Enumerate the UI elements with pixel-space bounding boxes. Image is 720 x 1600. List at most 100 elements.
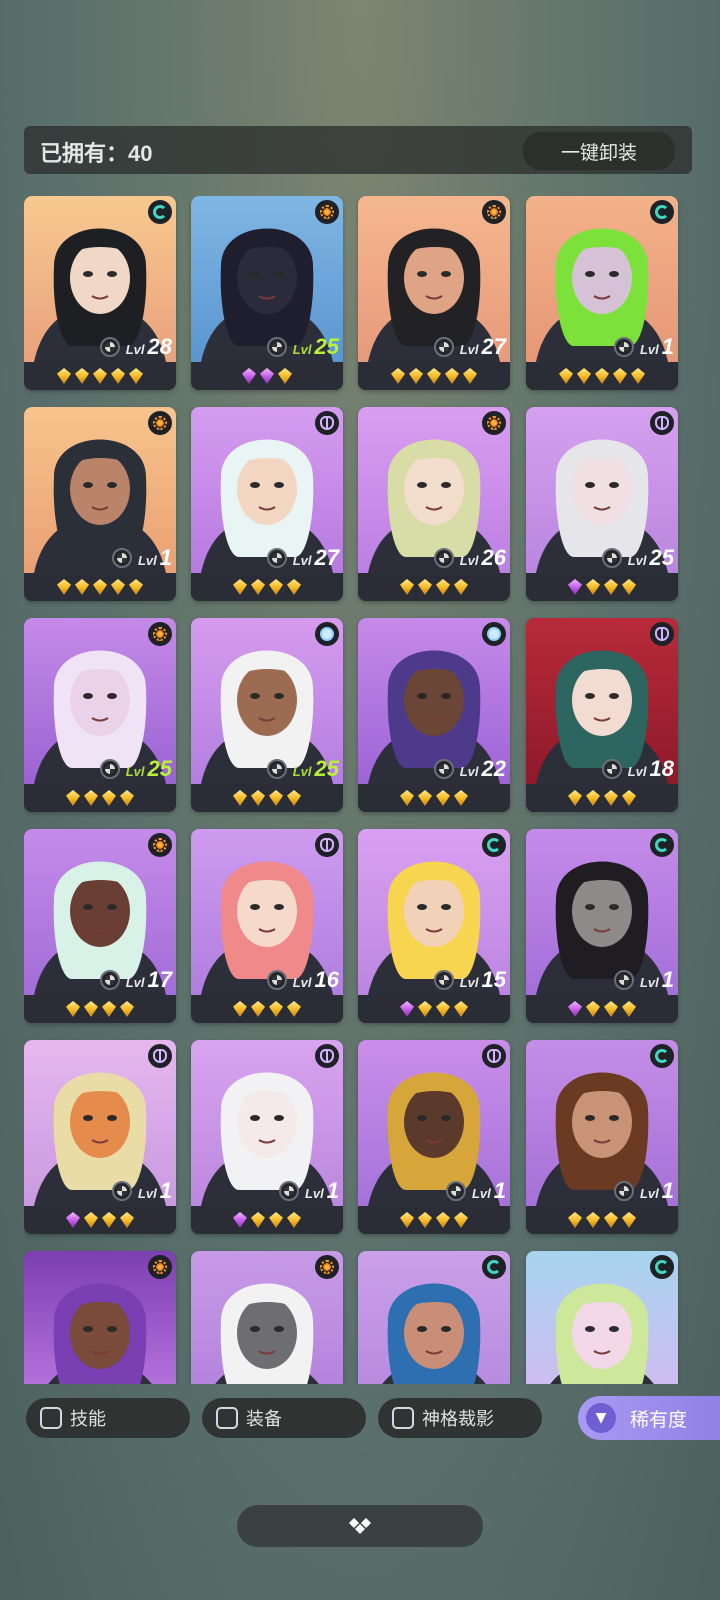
gold-star-gem-icon: [251, 1001, 265, 1017]
character-card[interactable]: [526, 1251, 678, 1384]
faction-moon-icon: [315, 411, 339, 435]
character-card[interactable]: [358, 1251, 510, 1384]
gold-star-gem-icon: [604, 1001, 618, 1017]
filter-skill-toggle[interactable]: 技能: [26, 1398, 190, 1438]
faction-wind-icon: [650, 1044, 674, 1068]
level-bar: Lvl 15: [433, 967, 506, 992]
character-card[interactable]: [191, 1251, 343, 1384]
level-number: 1: [159, 545, 172, 570]
gold-star-gem-icon: [631, 368, 645, 384]
collapse-diamond-icon: [349, 1518, 371, 1534]
level-prefix: Lvl: [639, 975, 659, 990]
gold-star-gem-icon: [577, 368, 591, 384]
gold-star-gem-icon: [129, 579, 143, 595]
gold-star-gem-icon: [269, 790, 283, 806]
level-prefix: Lvl: [292, 764, 312, 779]
filter-bar: 技能 装备 神格裁影 ▼ 稀有度: [0, 1396, 720, 1440]
star-rating: [358, 573, 510, 601]
level-bar: Lvl 27: [433, 334, 506, 359]
gold-star-gem-icon: [613, 368, 627, 384]
character-card[interactable]: Lvl 28: [24, 196, 176, 390]
filter-skill-label: 技能: [70, 1409, 106, 1430]
purple-star-gem-icon: [400, 1001, 414, 1017]
star-rating: [191, 573, 343, 601]
character-card[interactable]: Lvl 25: [191, 196, 343, 390]
character-card[interactable]: [24, 1251, 176, 1384]
level-prefix: Lvl: [292, 553, 312, 568]
level-number: 1: [159, 1178, 172, 1203]
level-bar: Lvl 28: [99, 334, 172, 359]
character-card[interactable]: Lvl 1: [526, 829, 678, 1023]
faction-sun-icon: [148, 411, 172, 435]
level-text: Lvl 27: [293, 545, 339, 571]
equipment-slot-icon: [433, 337, 454, 357]
gold-star-gem-icon: [75, 579, 89, 595]
character-card[interactable]: Lvl 1: [24, 407, 176, 601]
equipment-slot-icon: [99, 759, 120, 779]
level-prefix: Lvl: [639, 1186, 659, 1201]
character-card[interactable]: Lvl 22: [358, 618, 510, 812]
gold-star-gem-icon: [102, 1001, 116, 1017]
collapse-button[interactable]: [237, 1505, 483, 1547]
gold-star-gem-icon: [57, 579, 71, 595]
double-chevron-down-icon: ▼: [586, 1403, 616, 1433]
level-text: Lvl 1: [472, 1178, 506, 1204]
character-card[interactable]: Lvl 1: [526, 196, 678, 390]
equipment-slot-icon: [99, 337, 120, 357]
star-rating: [526, 362, 678, 390]
character-card[interactable]: Lvl 17: [24, 829, 176, 1023]
gold-star-gem-icon: [622, 579, 636, 595]
character-card[interactable]: Lvl 27: [358, 196, 510, 390]
gold-star-gem-icon: [120, 790, 134, 806]
faction-moon-icon: [148, 1044, 172, 1068]
character-card[interactable]: Lvl 26: [358, 407, 510, 601]
gold-star-gem-icon: [66, 1001, 80, 1017]
star-rating: [358, 995, 510, 1023]
faction-moon-icon: [650, 411, 674, 435]
gold-star-gem-icon: [84, 1212, 98, 1228]
gold-star-gem-icon: [287, 1001, 301, 1017]
character-card[interactable]: Lvl 25: [526, 407, 678, 601]
character-card[interactable]: Lvl 1: [191, 1040, 343, 1234]
character-card[interactable]: Lvl 25: [191, 618, 343, 812]
character-card[interactable]: Lvl 16: [191, 829, 343, 1023]
filter-divine-toggle[interactable]: 神格裁影: [378, 1398, 542, 1438]
gold-star-gem-icon: [418, 1001, 432, 1017]
rarity-sort-button[interactable]: ▼ 稀有度: [578, 1396, 720, 1440]
gold-star-gem-icon: [400, 1212, 414, 1228]
gold-star-gem-icon: [102, 1212, 116, 1228]
gold-star-gem-icon: [454, 1212, 468, 1228]
level-text: Lvl 1: [138, 545, 172, 571]
gold-star-gem-icon: [604, 1212, 618, 1228]
level-text: Lvl 17: [126, 967, 172, 993]
faction-cross-icon: [482, 622, 506, 646]
level-number: 27: [314, 545, 339, 570]
character-card[interactable]: Lvl 15: [358, 829, 510, 1023]
gold-star-gem-icon: [604, 790, 618, 806]
gold-star-gem-icon: [233, 579, 247, 595]
unequip-all-button[interactable]: 一键卸装: [522, 131, 676, 171]
faction-sun-icon: [482, 411, 506, 435]
star-rating: [191, 1206, 343, 1234]
faction-moon-icon: [315, 1044, 339, 1068]
gold-star-gem-icon: [595, 368, 609, 384]
level-number: 1: [661, 1178, 674, 1203]
character-card[interactable]: Lvl 25: [24, 618, 176, 812]
level-prefix: Lvl: [137, 1186, 157, 1201]
equipment-slot-icon: [111, 548, 132, 568]
character-card[interactable]: Lvl 18: [526, 618, 678, 812]
gold-star-gem-icon: [93, 579, 107, 595]
filter-equipment-toggle[interactable]: 装备: [202, 1398, 366, 1438]
character-card[interactable]: Lvl 1: [526, 1040, 678, 1234]
level-prefix: Lvl: [459, 764, 479, 779]
gold-star-gem-icon: [251, 790, 265, 806]
level-number: 25: [649, 545, 674, 570]
character-card[interactable]: Lvl 1: [358, 1040, 510, 1234]
level-prefix: Lvl: [627, 764, 647, 779]
purple-star-gem-icon: [568, 1001, 582, 1017]
character-card[interactable]: Lvl 27: [191, 407, 343, 601]
equipment-slot-icon: [613, 970, 634, 990]
purple-star-gem-icon: [242, 368, 256, 384]
character-card[interactable]: Lvl 1: [24, 1040, 176, 1234]
owned-count-label: 已拥有：40: [40, 141, 153, 166]
